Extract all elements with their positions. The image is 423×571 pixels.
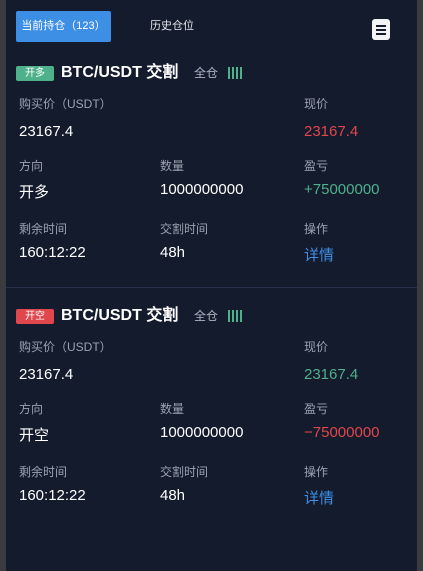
divider bbox=[6, 287, 417, 288]
current-price-label: 现价 bbox=[304, 97, 329, 111]
details-link[interactable]: 详情 bbox=[304, 244, 334, 265]
signal-bars-icon bbox=[228, 67, 244, 79]
short-badge: 开空 bbox=[16, 309, 54, 324]
buy-price-value: 23167.4 bbox=[19, 123, 74, 140]
signal-bars-icon bbox=[228, 310, 244, 322]
buy-price-label: 购买价（USDT） bbox=[19, 97, 112, 111]
tab-history-positions[interactable]: 历史仓位 bbox=[150, 11, 194, 42]
trading-pair: BTC/USDT 交割 bbox=[61, 307, 179, 324]
delivery-time-label: 交割时间 bbox=[160, 465, 209, 479]
delivery-time-label: 交割时间 bbox=[160, 222, 209, 236]
direction-value: 开空 bbox=[19, 427, 50, 444]
position-card: 开多 BTC/USDT 交割 全仓 购买价（USDT） 现价 23167.4 2… bbox=[6, 60, 417, 304]
remaining-time-label: 剩余时间 bbox=[19, 465, 68, 479]
current-price-label: 现价 bbox=[304, 340, 329, 354]
delivery-time-value: 48h bbox=[160, 244, 186, 261]
action-label: 操作 bbox=[304, 465, 329, 479]
remaining-time-label: 剩余时间 bbox=[19, 222, 68, 236]
pnl-label: 盈亏 bbox=[304, 159, 329, 173]
direction-value: 开多 bbox=[19, 184, 50, 201]
quantity-value: 1000000000 bbox=[160, 181, 244, 198]
position-tabs: 当前持仓（123） 历史仓位 bbox=[16, 11, 407, 43]
quantity-label: 数量 bbox=[160, 402, 185, 416]
pnl-label: 盈亏 bbox=[304, 402, 329, 416]
quantity-label: 数量 bbox=[160, 159, 185, 173]
quantity-value: 1000000000 bbox=[160, 424, 244, 441]
long-badge: 开多 bbox=[16, 66, 54, 81]
buy-price-value: 23167.4 bbox=[19, 366, 74, 383]
tab-current-positions[interactable]: 当前持仓（123） bbox=[16, 11, 111, 42]
remaining-time-value: 160:12:22 bbox=[19, 487, 86, 504]
menu-icon[interactable] bbox=[372, 19, 390, 40]
current-price-value: 23167.4 bbox=[304, 366, 359, 383]
direction-label: 方向 bbox=[19, 159, 44, 173]
details-link[interactable]: 详情 bbox=[304, 487, 334, 508]
delivery-time-value: 48h bbox=[160, 487, 186, 504]
margin-mode: 全仓 bbox=[194, 66, 219, 80]
direction-label: 方向 bbox=[19, 402, 44, 416]
trading-pair: BTC/USDT 交割 bbox=[61, 64, 179, 81]
remaining-time-value: 160:12:22 bbox=[19, 244, 86, 261]
current-price-value: 23167.4 bbox=[304, 123, 359, 140]
positions-panel: 当前持仓（123） 历史仓位 开多 BTC/USDT 交割 全仓 购买价（USD… bbox=[6, 0, 417, 571]
action-label: 操作 bbox=[304, 222, 329, 236]
margin-mode: 全仓 bbox=[194, 309, 219, 323]
position-card: 开空 BTC/USDT 交割 全仓 购买价（USDT） 现价 23167.4 2… bbox=[6, 303, 417, 547]
buy-price-label: 购买价（USDT） bbox=[19, 340, 112, 354]
pnl-value: +75000000 bbox=[304, 181, 380, 198]
pnl-value: −75000000 bbox=[304, 424, 380, 441]
